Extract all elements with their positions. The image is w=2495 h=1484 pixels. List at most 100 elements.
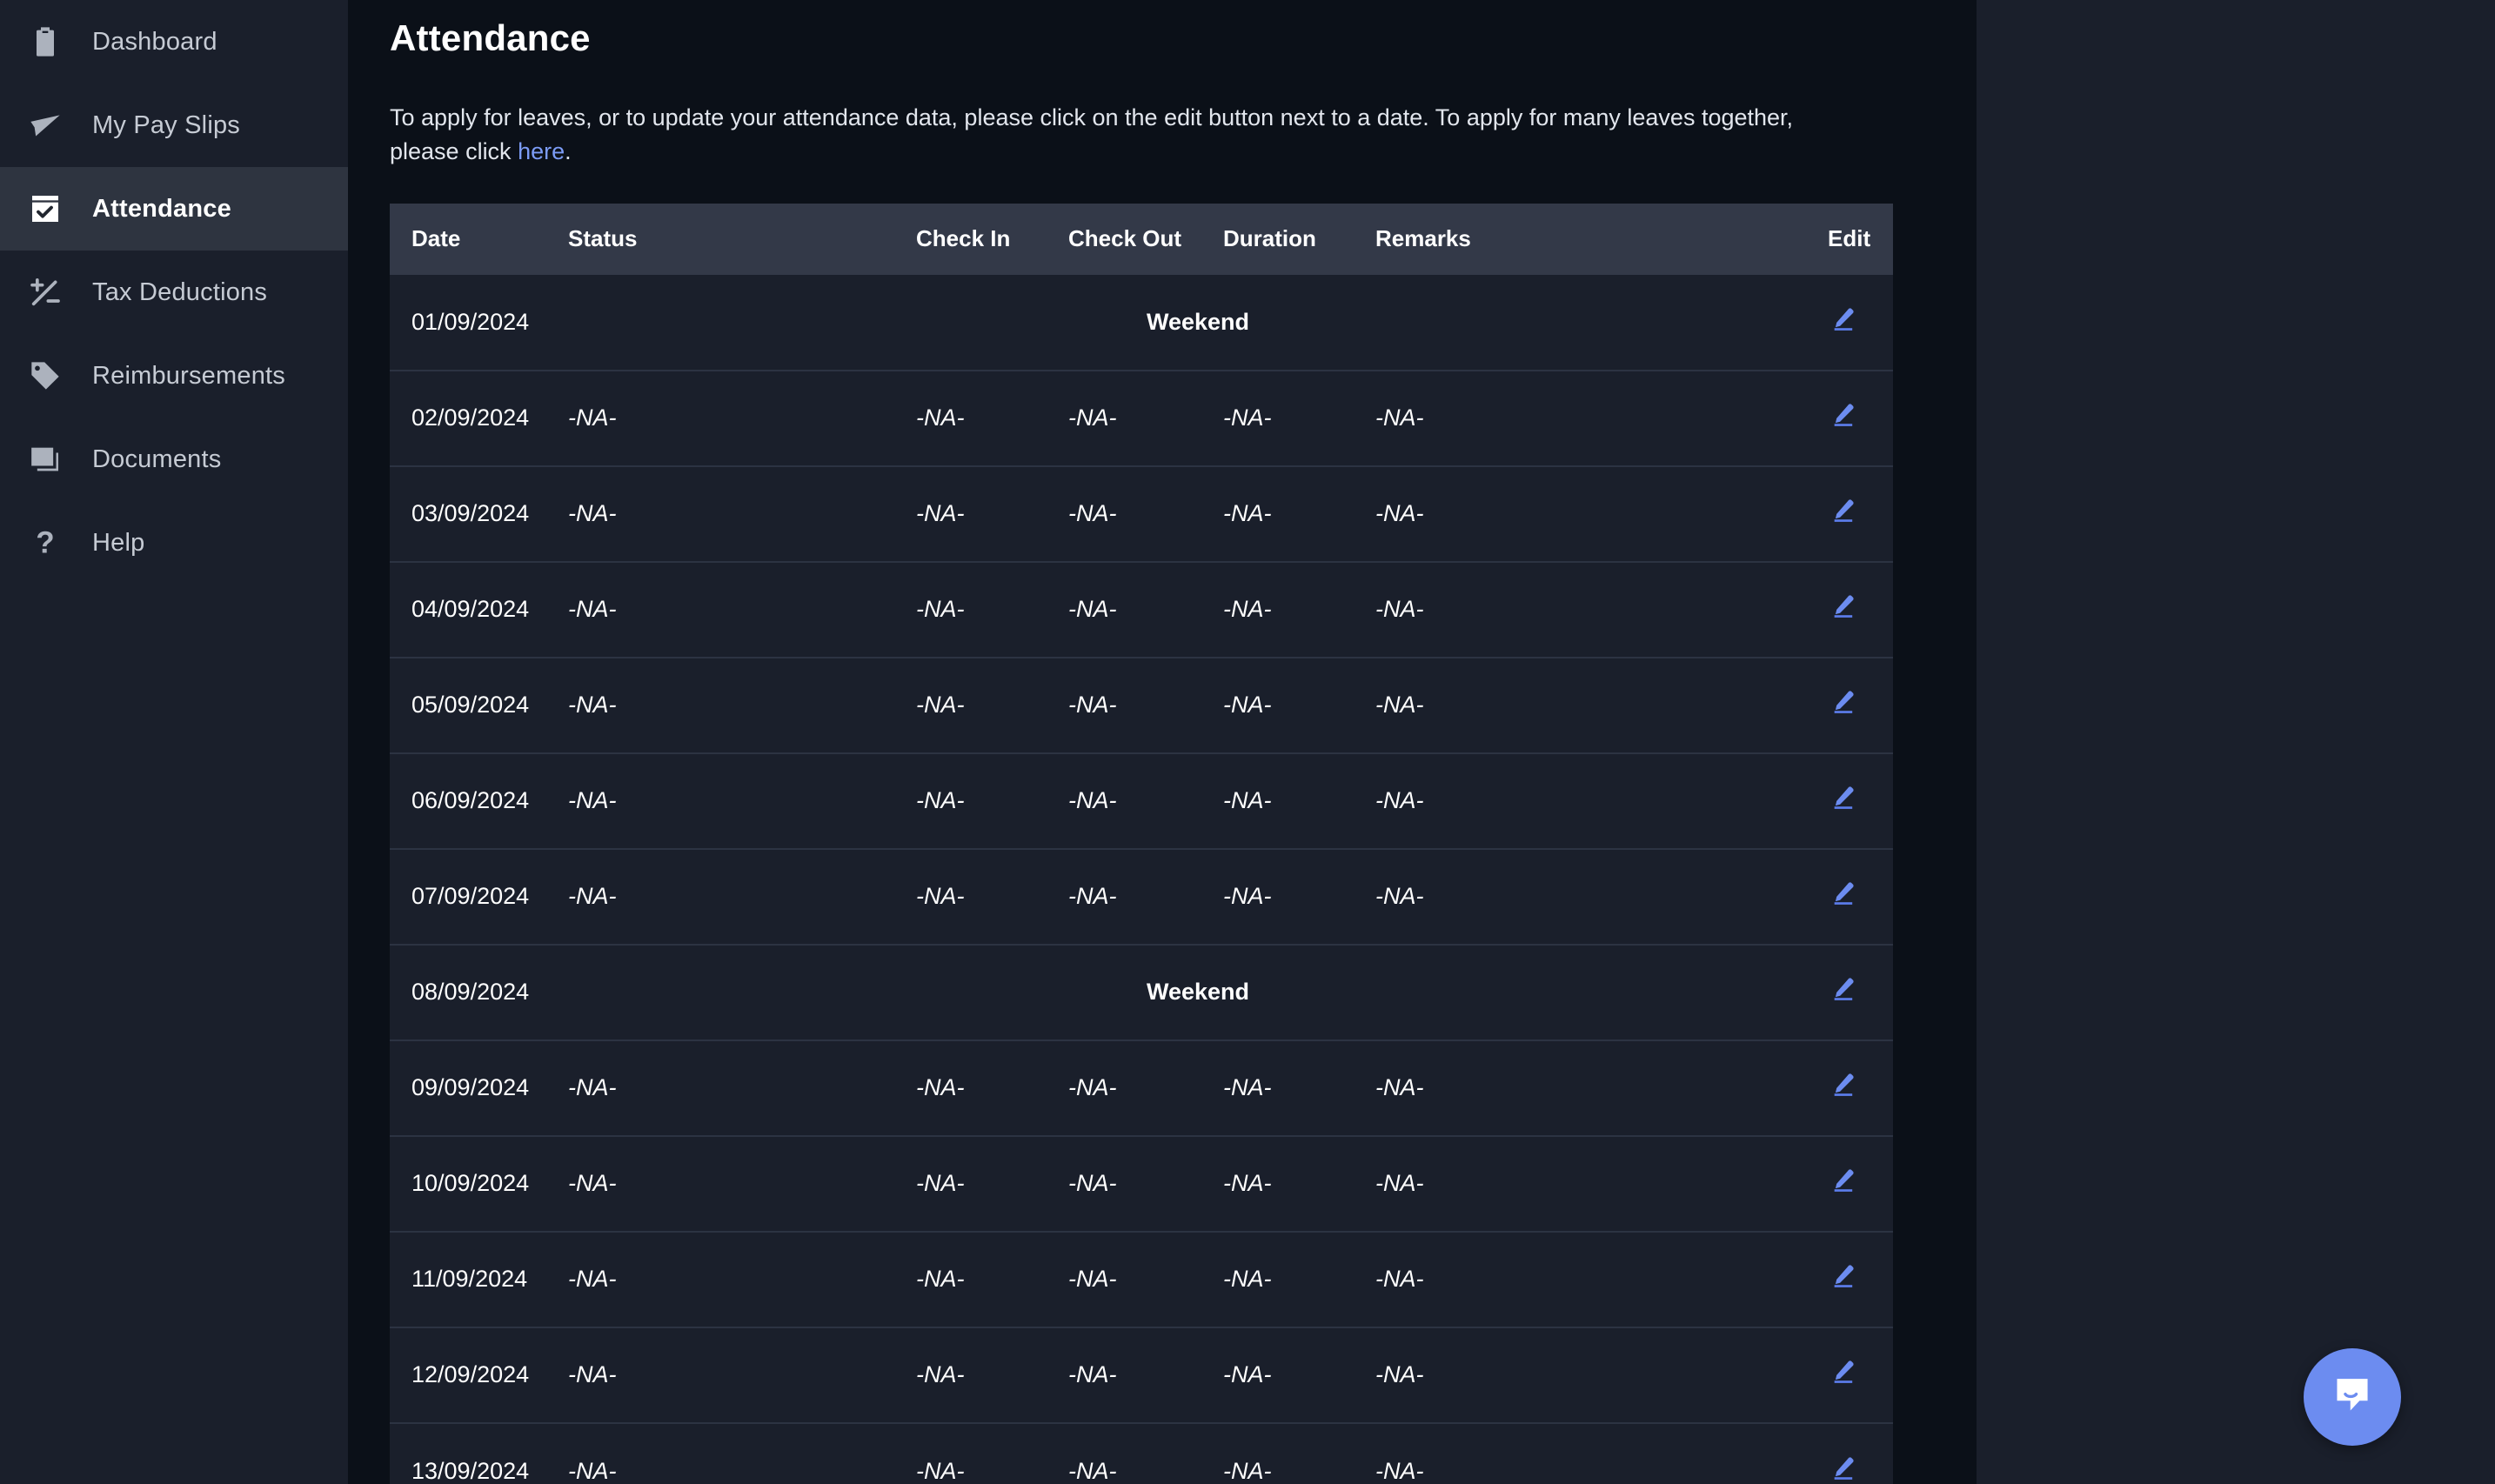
documents-icon [24, 438, 66, 480]
table-row: 03/09/2024 -NA- -NA- -NA- -NA- -NA- [390, 465, 1893, 562]
cell-check-out: -NA- [1068, 369, 1223, 466]
edit-row-button[interactable] [1828, 304, 1857, 334]
page-description-text-after: . [565, 137, 572, 164]
pencil-icon [1828, 400, 1857, 430]
right-gutter [1977, 0, 2495, 1484]
sidebar-item-label: Attendance [92, 194, 231, 223]
sidebar-item-attendance[interactable]: Attendance [0, 167, 348, 251]
pencil-icon [1828, 592, 1857, 621]
column-header-edit: Edit [1828, 203, 1893, 275]
cell-date: 12/09/2024 [390, 1326, 568, 1423]
cell-date: 11/09/2024 [390, 1230, 568, 1327]
cell-date: 03/09/2024 [390, 465, 568, 562]
cell-edit [1828, 369, 1893, 466]
edit-row-button[interactable] [1828, 974, 1857, 1004]
edit-row-button[interactable] [1828, 879, 1857, 908]
cell-duration: -NA- [1223, 1039, 1375, 1136]
table-row: 06/09/2024 -NA- -NA- -NA- -NA- -NA- [390, 752, 1893, 849]
cell-check-in: -NA- [916, 656, 1068, 753]
sidebar-item-reimbursements[interactable]: Reimbursements [0, 334, 348, 418]
cell-status: -NA- [568, 1326, 916, 1423]
sidebar-item-label: Tax Deductions [92, 277, 268, 306]
sidebar-item-dashboard[interactable]: Dashboard [0, 0, 348, 84]
cell-check-out: -NA- [1068, 1326, 1223, 1423]
cell-date: 01/09/2024 [390, 274, 568, 371]
cell-check-out: -NA- [1068, 847, 1223, 945]
page-description: To apply for leaves, or to update your a… [390, 101, 1860, 169]
pencil-icon [1828, 1070, 1857, 1100]
chat-launcher-button[interactable] [2304, 1348, 2401, 1446]
pencil-icon [1828, 687, 1857, 717]
table-row: 13/09/2024 -NA- -NA- -NA- -NA- -NA- [390, 1421, 1893, 1484]
table-row: 02/09/2024 -NA- -NA- -NA- -NA- -NA- [390, 369, 1893, 466]
pencil-icon [1828, 1454, 1857, 1483]
cell-edit [1828, 1230, 1893, 1327]
cell-date: 06/09/2024 [390, 752, 568, 849]
table-row: 04/09/2024 -NA- -NA- -NA- -NA- -NA- [390, 560, 1893, 658]
edit-row-button[interactable] [1828, 1357, 1857, 1387]
pencil-icon [1828, 304, 1857, 334]
edit-row-button[interactable] [1828, 1070, 1857, 1100]
table-row: 10/09/2024 -NA- -NA- -NA- -NA- -NA- [390, 1134, 1893, 1232]
edit-row-button[interactable] [1828, 1454, 1857, 1483]
cell-edit [1828, 1421, 1893, 1484]
cell-edit [1828, 943, 1893, 1040]
sidebar-item-help[interactable]: ? Help [0, 501, 348, 585]
cell-duration: -NA- [1223, 1421, 1375, 1484]
cell-date: 02/09/2024 [390, 369, 568, 466]
column-header-duration: Duration [1223, 203, 1375, 275]
cell-remarks: -NA- [1375, 1230, 1828, 1327]
cell-edit [1828, 465, 1893, 562]
cell-edit [1828, 1039, 1893, 1136]
sidebar-item-label: Help [92, 528, 145, 557]
cell-edit [1828, 274, 1893, 371]
edit-row-button[interactable] [1828, 687, 1857, 717]
sidebar-item-label: My Pay Slips [92, 110, 240, 139]
cell-check-in: -NA- [916, 752, 1068, 849]
cell-duration: -NA- [1223, 369, 1375, 466]
plus-minus-icon [24, 271, 66, 313]
cell-duration: -NA- [1223, 656, 1375, 753]
cell-duration: -NA- [1223, 1230, 1375, 1327]
cell-edit [1828, 560, 1893, 658]
sidebar-item-label: Reimbursements [92, 361, 285, 390]
cell-duration: -NA- [1223, 560, 1375, 658]
cell-check-out: -NA- [1068, 1134, 1223, 1232]
sidebar-item-documents[interactable]: Documents [0, 418, 348, 501]
cell-edit [1828, 752, 1893, 849]
cell-remarks: -NA- [1375, 847, 1828, 945]
sidebar-item-tax-deductions[interactable]: Tax Deductions [0, 251, 348, 334]
apply-many-leaves-link[interactable]: here [518, 138, 565, 164]
table-row: 09/09/2024 -NA- -NA- -NA- -NA- -NA- [390, 1039, 1893, 1136]
edit-row-button[interactable] [1828, 1261, 1857, 1291]
tag-icon [24, 355, 66, 397]
pencil-icon [1828, 879, 1857, 908]
cell-date: 10/09/2024 [390, 1134, 568, 1232]
question-mark-icon: ? [24, 522, 66, 564]
cell-check-out: -NA- [1068, 1421, 1223, 1484]
cell-duration: -NA- [1223, 1134, 1375, 1232]
table-row: 08/09/2024 Weekend [390, 943, 1893, 1040]
edit-row-button[interactable] [1828, 496, 1857, 525]
cell-date: 09/09/2024 [390, 1039, 568, 1136]
cell-status: -NA- [568, 752, 916, 849]
page-description-text-before: To apply for leaves, or to update your a… [390, 104, 1794, 164]
edit-row-button[interactable] [1828, 400, 1857, 430]
attendance-table-container: Date Status Check In Check Out Duration … [390, 203, 1893, 1484]
cell-check-in: -NA- [916, 465, 1068, 562]
sidebar-item-my-pay-slips[interactable]: My Pay Slips [0, 84, 348, 167]
table-row: 05/09/2024 -NA- -NA- -NA- -NA- -NA- [390, 656, 1893, 753]
table-row: 01/09/2024 Weekend [390, 274, 1893, 371]
cell-remarks: -NA- [1375, 369, 1828, 466]
cell-duration: -NA- [1223, 1326, 1375, 1423]
edit-row-button[interactable] [1828, 592, 1857, 621]
cell-check-in: -NA- [916, 1326, 1068, 1423]
column-header-date: Date [390, 203, 568, 275]
edit-row-button[interactable] [1828, 1166, 1857, 1195]
edit-row-button[interactable] [1828, 783, 1857, 812]
table-body: 01/09/2024 Weekend 02/09/2024 -NA- -NA- -NA- -… [390, 274, 1893, 1484]
cell-edit [1828, 847, 1893, 945]
sidebar-item-label: Documents [92, 445, 222, 473]
cell-check-in: -NA- [916, 1230, 1068, 1327]
cell-status: -NA- [568, 1134, 916, 1232]
